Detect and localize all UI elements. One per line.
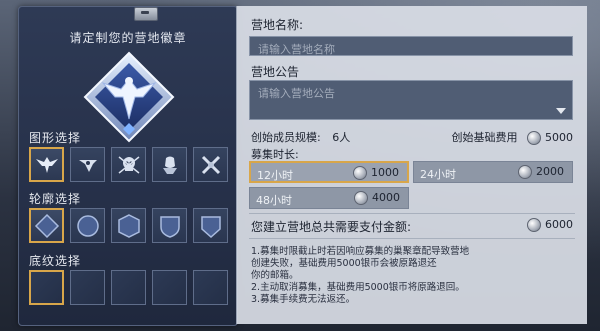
- eagle-icon: [35, 156, 58, 173]
- duration-cost-12h: 1000: [353, 166, 399, 180]
- duration-option-48h[interactable]: 48小时 4000: [249, 187, 409, 209]
- crossed-swords-icon: [201, 155, 220, 174]
- total-cost-label: 您建立营地总共需要支付金额:: [251, 220, 412, 234]
- shape-option-eagle[interactable]: [29, 147, 64, 182]
- pentagon-outline-icon: [200, 215, 221, 238]
- silver-coin-icon: [518, 165, 532, 179]
- duration-label-12h: 12小时: [257, 169, 293, 182]
- note-line: 创建失败，基础费用5000银币会被原路退还: [251, 258, 437, 269]
- duration-cost-48h: 4000: [354, 191, 400, 205]
- camp-notice-placeholder: 请输入营地公告: [258, 87, 335, 100]
- hexagon-outline-icon: [117, 213, 140, 238]
- total-cost-value: 6000: [545, 218, 573, 231]
- founding-members-label: 创始成员规模: 6人: [251, 129, 350, 145]
- duration-option-24h[interactable]: 24小时 2000: [413, 161, 573, 183]
- camp-notice-input[interactable]: 请输入营地公告: [249, 80, 573, 120]
- outline-option-pentagon[interactable]: [193, 208, 228, 243]
- camp-name-label: 营地名称:: [251, 18, 304, 32]
- outline-option-shield[interactable]: [152, 208, 187, 243]
- bird-head-icon: [78, 159, 97, 172]
- fist-icon: [162, 156, 177, 174]
- texture-option-2[interactable]: [70, 270, 105, 305]
- recruitment-notes: 1.募集时限截止时若因响应募集的巢聚章配导致营地 创建失败，基础费用5000银币…: [251, 246, 571, 306]
- divider: [249, 238, 575, 239]
- texture-option-3[interactable]: [111, 270, 146, 305]
- founding-members-value: 6人: [332, 131, 351, 144]
- duration-label-24h: 24小时: [420, 168, 456, 181]
- note-line: 2.主动取消募集，基础费用5000银币将原路退回。: [251, 282, 465, 293]
- outline-option-circle[interactable]: [70, 208, 105, 243]
- chevron-down-icon[interactable]: [556, 108, 566, 114]
- outline-option-diamond[interactable]: [29, 208, 64, 243]
- outline-section-label: 轮廓选择: [29, 192, 82, 206]
- silver-coin-icon: [527, 131, 541, 145]
- texture-options-row: [29, 270, 228, 305]
- badge-preview: [77, 47, 181, 147]
- shield-outline-icon: [159, 215, 180, 238]
- base-fee-display: 创始基础费用 5000: [451, 129, 573, 145]
- shape-options-row: [29, 147, 228, 182]
- texture-section-label: 底纹选择: [29, 254, 82, 268]
- texture-option-4[interactable]: [152, 270, 187, 305]
- shape-option-skull[interactable]: [111, 147, 146, 182]
- duration-option-12h[interactable]: 12小时 1000: [249, 161, 409, 183]
- note-line: 你的邮箱。: [251, 270, 299, 281]
- divider: [249, 213, 575, 214]
- silver-coin-icon: [527, 218, 541, 232]
- camp-form-panel: 营地名称: 请输入营地名称 营地公告 请输入营地公告 创始成员规模: 6人 创始…: [236, 6, 587, 324]
- note-line: 1.募集时限截止时若因响应募集的巢聚章配导致营地: [251, 246, 470, 257]
- shape-option-crossed-swords[interactable]: [193, 147, 228, 182]
- base-fee-label: 创始基础费用: [451, 131, 518, 144]
- shape-option-bird-head[interactable]: [70, 147, 105, 182]
- silver-coin-icon: [354, 191, 368, 205]
- diamond-outline-icon: [34, 213, 59, 238]
- badge-panel-title: 请定制您的营地徽章: [69, 31, 187, 45]
- duration-cost-24h: 2000: [518, 165, 564, 179]
- texture-option-1[interactable]: [29, 270, 64, 305]
- note-line: 3.募集手续费无法返还。: [251, 294, 356, 305]
- duration-label-48h: 48小时: [256, 194, 292, 207]
- outline-options-row: [29, 208, 228, 243]
- base-fee-value: 5000: [545, 131, 573, 144]
- shape-option-fist[interactable]: [152, 147, 187, 182]
- total-cost-display: 6000: [527, 218, 573, 232]
- duration-label: 募集时长:: [251, 148, 299, 161]
- skull-icon: [118, 155, 139, 174]
- eagle-badge-icon: [83, 51, 175, 143]
- camp-name-input[interactable]: 请输入营地名称: [249, 36, 573, 56]
- badge-customization-panel: 请定制您的营地徽章 图形选择 轮廓选择 底纹选择: [18, 6, 238, 326]
- clip-icon: [134, 7, 158, 21]
- shape-section-label: 图形选择: [29, 131, 82, 145]
- texture-option-5[interactable]: [193, 270, 228, 305]
- founding-members-text: 创始成员规模:: [251, 131, 321, 144]
- camp-notice-label: 营地公告: [251, 65, 300, 79]
- outline-option-hexagon[interactable]: [111, 208, 146, 243]
- silver-coin-icon: [353, 166, 367, 180]
- circle-outline-icon: [76, 214, 99, 237]
